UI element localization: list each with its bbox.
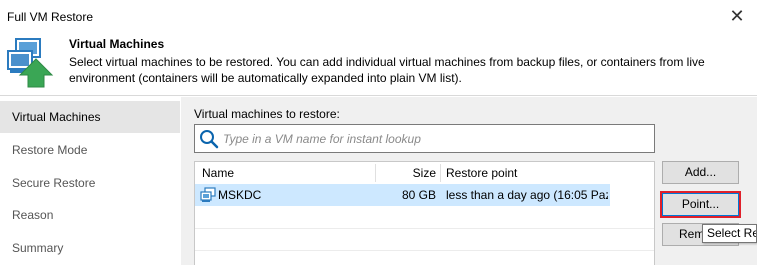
nav-item-virtual-machines[interactable]: Virtual Machines [0,101,180,133]
table-header: Name Size Restore point [195,162,654,184]
tooltip: Select Restore point [702,224,757,243]
vm-name: MSKDC [218,188,262,202]
nav-item-reason[interactable]: Reason [0,199,180,231]
step-title: Virtual Machines [69,37,165,51]
step-content: Virtual machines to restore: Name Size R… [181,97,757,265]
step-description: Select virtual machines to be restored. … [69,55,705,85]
search-icon [200,130,219,149]
window-title: Full VM Restore [7,10,94,24]
add-button[interactable]: Add... [662,161,739,184]
vm-restore-icon [7,38,54,88]
point-button[interactable]: Point... [662,193,739,216]
vm-list-label: Virtual machines to restore: [194,107,340,121]
nav-item-summary[interactable]: Summary [0,232,180,264]
column-divider [440,164,441,182]
full-vm-restore-window: Full VM Restore ✕ Virtual Machines Selec… [0,0,757,265]
column-header-restore-point[interactable]: Restore point [446,162,517,184]
vm-icon [200,187,216,202]
column-header-size[interactable]: Size [400,162,436,184]
row-gridline [195,250,654,251]
nav-item-restore-mode[interactable]: Restore Mode [0,134,180,166]
wizard-steps-nav: Virtual Machines Restore Mode Secure Res… [0,97,180,265]
nav-item-secure-restore[interactable]: Secure Restore [0,167,180,199]
vm-search-box[interactable] [194,124,655,153]
column-header-name[interactable]: Name [202,162,234,184]
column-divider [375,164,376,182]
vm-size: 80 GB [401,188,436,202]
vm-search-input[interactable] [223,125,651,152]
close-icon[interactable]: ✕ [725,2,749,30]
vm-restore-point: less than a day ago (16:05 Paz... [446,188,608,202]
table-row[interactable]: MSKDC 80 GB less than a day ago (16:05 P… [195,184,610,206]
step-header: Virtual Machines Select virtual machines… [0,32,757,96]
row-gridline [195,228,654,229]
title-bar: Full VM Restore ✕ [0,0,757,32]
vm-table: Name Size Restore point MSKDC 80 GB less… [194,161,655,265]
